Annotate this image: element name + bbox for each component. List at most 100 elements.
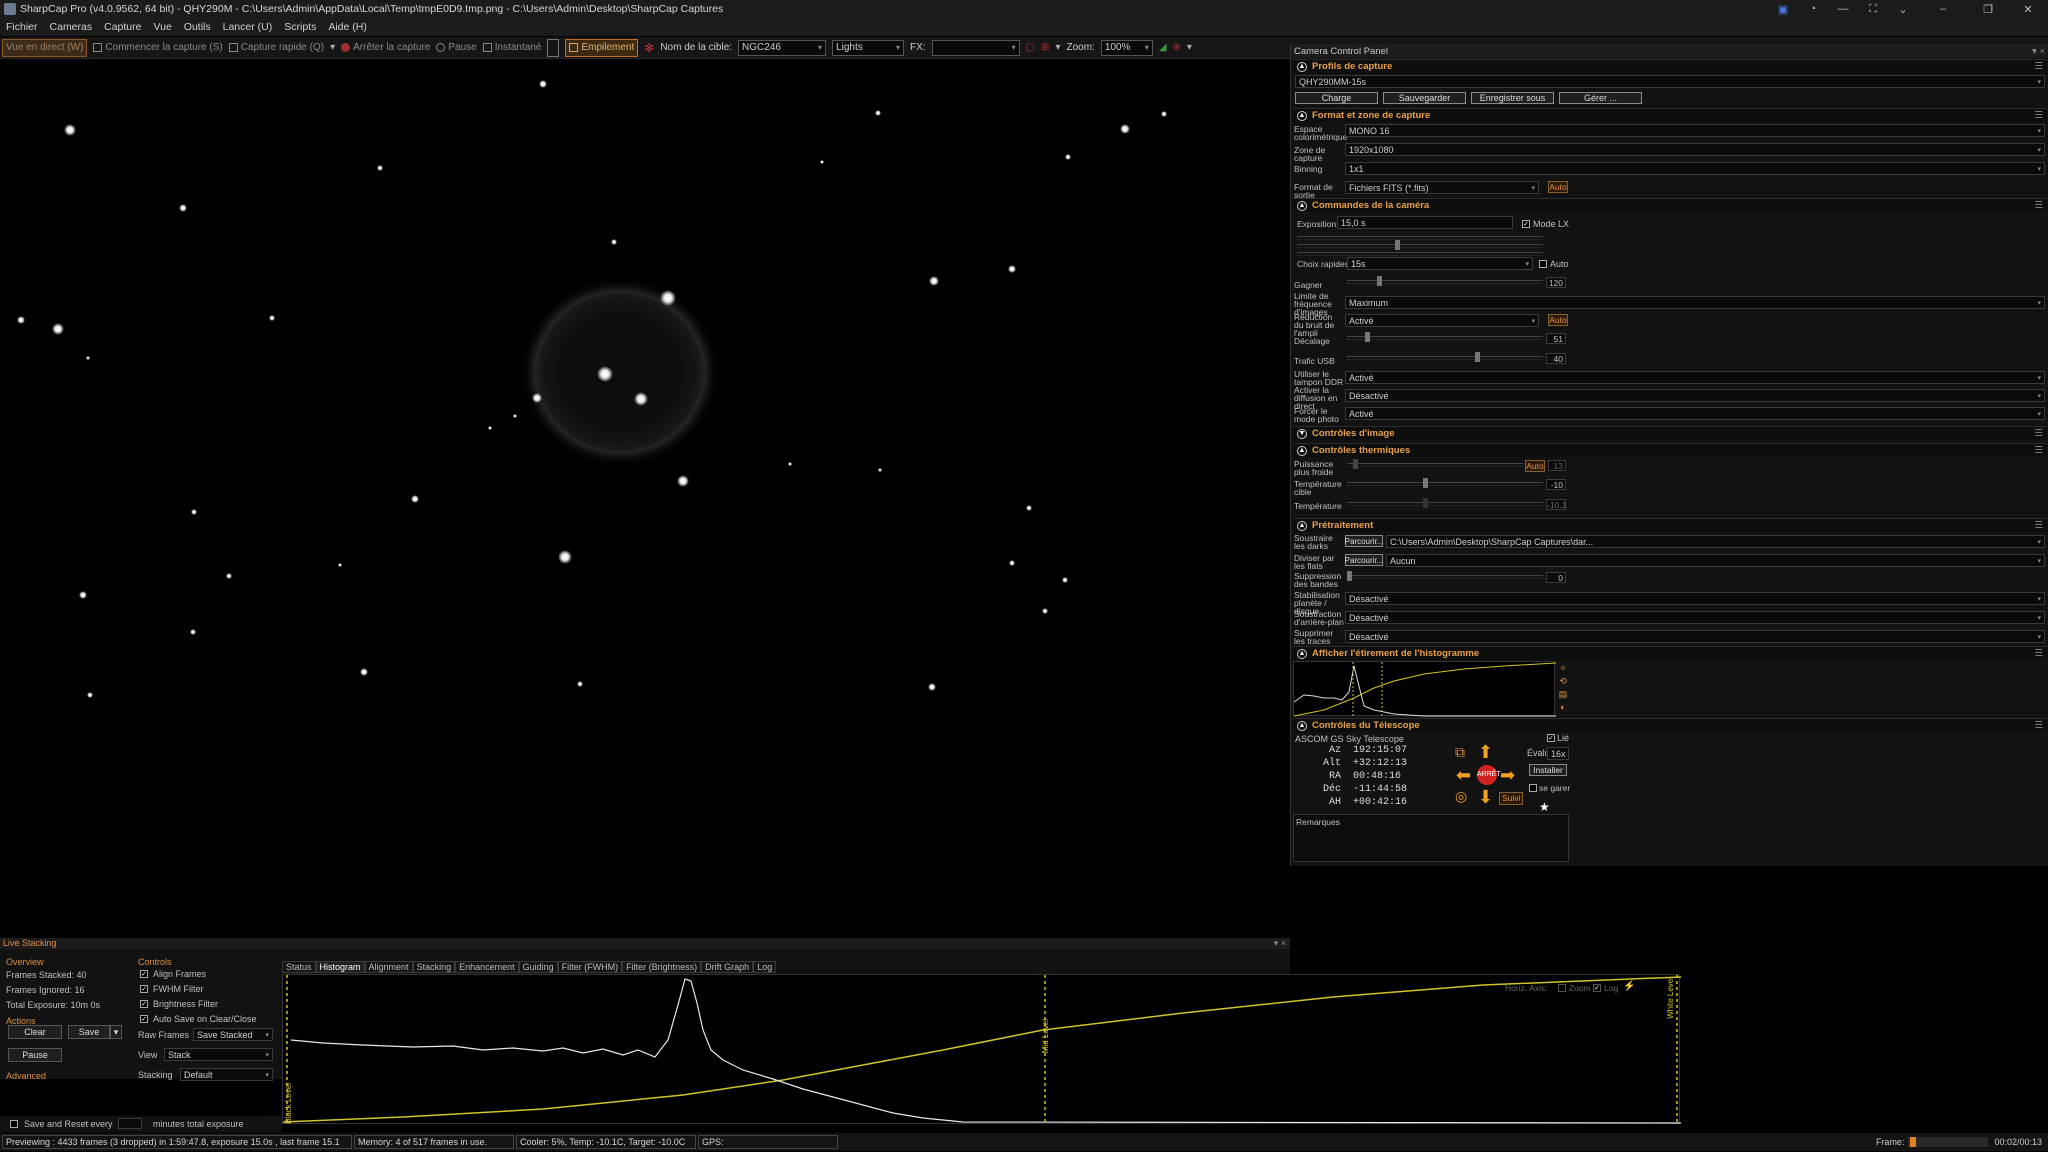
browse-darks-button[interactable]: Parcourir... [1345, 535, 1383, 547]
section-profiles[interactable]: ▲ Profils de capture ☰ [1293, 59, 2047, 73]
stacking-mode-select[interactable]: Default ▾ [180, 1068, 273, 1081]
align-frames-checkbox[interactable]: ✓ [140, 970, 148, 978]
tab-filter-fwhm[interactable]: Filter (FWHM) [557, 961, 623, 973]
quick-choice-select[interactable]: 15s ▾ [1347, 257, 1533, 270]
stabilization-select[interactable]: Désactivé ▾ [1345, 592, 2045, 605]
chevron-down-icon[interactable]: ▾ [330, 42, 335, 53]
gain-value[interactable]: 120 [1546, 277, 1566, 288]
snap-icon[interactable]: ⛶ [1858, 3, 1888, 16]
pause-button[interactable]: Pause [436, 39, 477, 57]
background-select[interactable]: Désactivé ▾ [1345, 611, 2045, 624]
star-tool-icon[interactable]: ★ [1539, 800, 1550, 814]
frame-progress-thumb[interactable] [1910, 1137, 1917, 1147]
reticle-grid-icon[interactable]: ⊞ [1041, 39, 1049, 57]
fwhm-filter-checkbox[interactable]: ✓ [140, 985, 148, 993]
usb-traffic-slider[interactable] [1347, 352, 1543, 362]
satellite-select[interactable]: Désactivé ▾ [1345, 630, 2045, 643]
section-preprocessing[interactable]: ▲ Prétraitement ☰ [1293, 518, 2047, 532]
section-menu-icon[interactable]: ☰ [2034, 720, 2043, 731]
menu-capture[interactable]: Capture [104, 21, 141, 33]
tab-drift-graph[interactable]: Drift Graph [701, 961, 754, 973]
section-menu-icon[interactable]: ☰ [2034, 445, 2043, 456]
arrow-right-button[interactable]: ➡ [1500, 765, 1515, 786]
tab-histogram[interactable]: Histogram [315, 961, 365, 973]
menu-tools[interactable]: Outils [184, 21, 211, 33]
section-menu-icon[interactable]: ☰ [2034, 61, 2043, 72]
section-menu-icon[interactable]: ☰ [2034, 428, 2043, 439]
arrow-left-button[interactable]: ⬅ [1456, 765, 1471, 786]
auto-save-checkbox[interactable]: ✓ [140, 1015, 148, 1023]
view-select[interactable]: Stack ▾ [164, 1048, 273, 1061]
histogram-tool-icons[interactable]: ✧ ⟲ ▤ ◐ [1557, 662, 1569, 714]
stop-capture-button[interactable]: Arrêter la capture [341, 39, 430, 57]
output-format-select[interactable]: Fichiers FITS (*.fits) ▾ [1345, 181, 1539, 194]
section-format[interactable]: ▲ Format et zone de capture ☰ [1293, 108, 2047, 122]
banding-value[interactable]: 0 [1546, 572, 1566, 583]
chevron-down-icon[interactable]: ▾ [1187, 39, 1192, 57]
park-checkbox[interactable] [1529, 784, 1537, 792]
darks-select[interactable]: C:\Users\Admin\Desktop\SharpCap Captures… [1386, 535, 2045, 548]
capture-area-select[interactable]: 1920x1080 ▾ [1345, 143, 2045, 156]
amp-noise-select[interactable]: Activé ▾ [1345, 314, 1539, 327]
close-window-button[interactable]: ✕ [2008, 3, 2048, 16]
section-menu-icon[interactable]: ☰ [2034, 648, 2043, 659]
save-reset-minutes[interactable] [118, 1118, 142, 1129]
reticle-square-icon[interactable]: ▢ [1026, 39, 1035, 57]
zoom-checkbox[interactable] [1558, 984, 1566, 992]
start-capture-button[interactable]: Commencer la capture (S) [93, 39, 223, 57]
output-format-auto-button[interactable]: Auto [1548, 181, 1568, 193]
save-as-profile-button[interactable]: Enregistrer sous [1471, 92, 1554, 104]
frame-progress[interactable] [1908, 1137, 1989, 1147]
arrow-down-button[interactable]: ⬇ [1478, 787, 1493, 808]
tab-guiding[interactable]: Guiding [518, 961, 558, 973]
home-icon[interactable]: ⧉ [1455, 744, 1465, 761]
panel-pin-icon[interactable]: ▾ × [2032, 46, 2045, 57]
fx-select[interactable]: ▾ [931, 39, 1020, 56]
banding-slider[interactable] [1347, 571, 1543, 581]
install-button[interactable]: Installer [1529, 764, 1567, 776]
live-streaming-select[interactable]: Désactivé ▾ [1345, 389, 2045, 402]
restore-window-button[interactable]: ❐ [1968, 3, 2008, 16]
amp-noise-auto-button[interactable]: Auto [1548, 314, 1568, 326]
section-menu-icon[interactable]: ☰ [2034, 200, 2043, 211]
menu-launch[interactable]: Lancer (U) [223, 21, 273, 33]
expand-icon[interactable]: ⌄ [1888, 3, 1918, 16]
section-telescope[interactable]: ▲ Contrôles du Télescope ☰ [1293, 718, 2047, 732]
focus-tool-icon[interactable]: ⊕ [1173, 39, 1181, 57]
target-temp-slider[interactable] [1347, 478, 1543, 488]
image-viewer[interactable] [0, 60, 1176, 710]
tab-enhancement[interactable]: Enhancement [455, 961, 519, 973]
snapshot-button[interactable]: Instantané [482, 39, 541, 57]
tab-status[interactable]: Status [282, 961, 316, 973]
crosshair-icon[interactable]: ✻ [644, 39, 654, 57]
load-profile-button[interactable]: Charge [1295, 92, 1378, 104]
cooler-power-auto-button[interactable]: Auto [1525, 460, 1545, 472]
lx-mode-checkbox[interactable]: ✓ [1522, 220, 1530, 228]
save-reset-checkbox[interactable] [10, 1120, 18, 1128]
colorspace-select[interactable]: MONO 16 ▾ [1345, 124, 2045, 137]
section-thermal[interactable]: ▲ Contrôles thermiques ☰ [1293, 443, 2047, 457]
slew-rate-select[interactable]: 16x [1547, 747, 1569, 760]
stacking-button[interactable]: Empilement [565, 38, 639, 57]
browse-flats-button[interactable]: Parcourir... [1345, 554, 1383, 566]
ddr-buffer-select[interactable]: Activé ▾ [1345, 371, 2045, 384]
section-menu-icon[interactable]: ☰ [2034, 520, 2043, 531]
save-menu-chevron-icon[interactable]: ▾ [110, 1025, 122, 1039]
tab-log[interactable]: Log [753, 961, 777, 973]
exposure-fine-slider[interactable] [1297, 232, 1543, 240]
exposure-input[interactable]: 15,0 s [1337, 216, 1513, 229]
remote-icon[interactable]: ▣ [1768, 3, 1798, 16]
notes-area[interactable]: Remarques [1293, 814, 1569, 862]
menu-help[interactable]: Aide (H) [328, 21, 367, 33]
zoom-select[interactable]: 100% ▾ [1100, 39, 1153, 56]
brightness-filter-checkbox[interactable]: ✓ [140, 1000, 148, 1008]
target-name-select[interactable]: NGC246 ▾ [738, 39, 827, 56]
target-temp-value[interactable]: -10 [1546, 479, 1566, 490]
section-histogram-stretch[interactable]: ▲ Afficher l'étirement de l'histogramme ☰ [1293, 646, 2047, 660]
clear-button[interactable]: Clear [8, 1025, 62, 1039]
quick-auto-checkbox[interactable] [1539, 260, 1547, 268]
flats-select[interactable]: Aucun ▾ [1386, 554, 2045, 567]
log-checkbox[interactable]: ✓ [1593, 984, 1601, 992]
gain-slider[interactable] [1347, 276, 1543, 286]
frame-rate-limit-select[interactable]: Maximum ▾ [1345, 296, 2045, 309]
